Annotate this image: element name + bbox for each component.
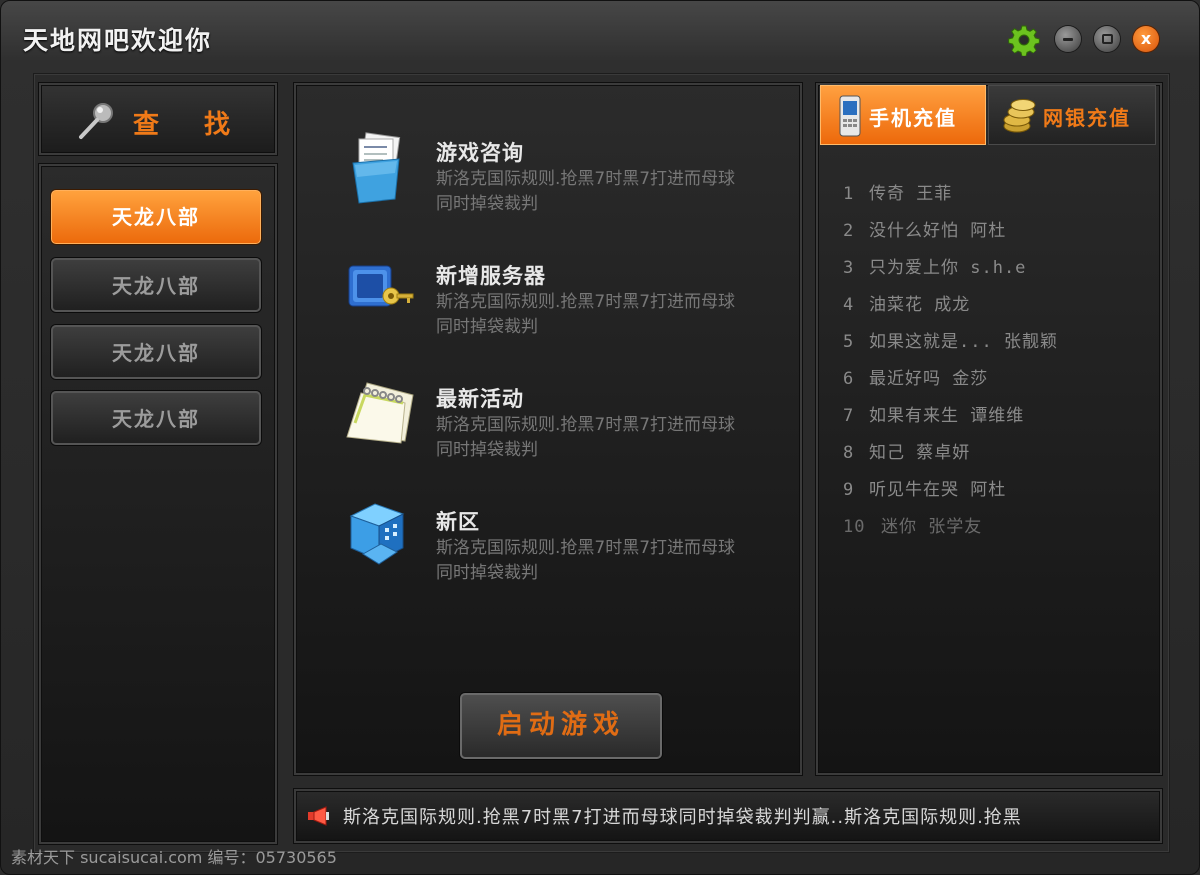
app-window: 天地网吧欢迎你 x 查 找 天龙八部 天龙八部 天龙八部 天龙八部 游戏咨询 斯… — [0, 0, 1200, 875]
info-title: 最新活动 — [436, 386, 524, 411]
info-desc: 斯洛克国际规则.抢黑7时黑7打进而母球同时掉袋裁判 — [436, 169, 736, 214]
tab-label: 网银充值 — [1043, 106, 1131, 130]
info-title: 新增服务器 — [436, 263, 546, 288]
song-number: 2 — [843, 221, 855, 241]
song-number: 4 — [843, 295, 855, 315]
song-item[interactable]: 8 知己 蔡卓妍 — [843, 438, 970, 463]
info-desc: 斯洛克国际规则.抢黑7时黑7打进而母球同时掉袋裁判 — [436, 292, 736, 337]
key-server-icon — [348, 265, 414, 307]
maximize-button[interactable] — [1094, 26, 1120, 52]
song-item[interactable]: 7 如果有来生 谭维维 — [843, 401, 1024, 426]
game-button-1[interactable]: 天龙八部 — [51, 190, 261, 244]
song-title: 迷你 张学友 — [881, 517, 983, 537]
song-title: 传奇 王菲 — [869, 184, 953, 204]
close-button[interactable]: x — [1133, 26, 1159, 52]
song-number: 9 — [843, 480, 855, 500]
game-button-4[interactable]: 天龙八部 — [51, 391, 261, 445]
song-number: 6 — [843, 369, 855, 389]
maximize-icon — [1102, 34, 1113, 44]
game-button-3[interactable]: 天龙八部 — [51, 325, 261, 379]
watermark: 素材天下 sucaisucai.com 编号：05730565 — [11, 848, 337, 867]
song-number: 1 — [843, 184, 855, 204]
tab-bank-recharge[interactable]: 网银充值 — [988, 85, 1156, 145]
info-desc: 斯洛克国际规则.抢黑7时黑7打进而母球同时掉袋裁判 — [436, 538, 736, 583]
search-label: 查 找 — [133, 110, 249, 140]
minimize-button[interactable] — [1055, 26, 1081, 52]
folder-documents-icon — [352, 132, 401, 204]
song-title: 最近好吗 金莎 — [869, 369, 989, 389]
game-button-2[interactable]: 天龙八部 — [51, 258, 261, 312]
song-item[interactable]: 3 只为爱上你 s.h.e — [843, 253, 1026, 278]
search-icon — [79, 103, 113, 139]
song-title: 如果这就是... 张靓颖 — [869, 332, 1058, 352]
song-number: 7 — [843, 406, 855, 426]
info-title: 新区 — [436, 509, 480, 534]
tab-label: 手机充值 — [869, 106, 957, 130]
megaphone-icon — [308, 806, 329, 826]
song-number: 10 — [843, 517, 866, 537]
song-item[interactable]: 9 听见牛在哭 阿杜 — [843, 475, 1006, 500]
minimize-icon — [1063, 38, 1073, 41]
song-title: 油菜花 成龙 — [869, 295, 971, 315]
song-item[interactable]: 4 油菜花 成龙 — [843, 290, 970, 315]
song-title: 只为爱上你 s.h.e — [869, 258, 1027, 278]
song-title: 听见牛在哭 阿杜 — [869, 480, 1007, 500]
song-number: 8 — [843, 443, 855, 463]
song-item[interactable]: 2 没什么好怕 阿杜 — [843, 216, 1006, 241]
info-desc: 斯洛克国际规则.抢黑7时黑7打进而母球同时掉袋裁判 — [436, 415, 736, 460]
start-game-button[interactable]: 启动游戏 — [460, 693, 662, 759]
coins-icon — [1003, 99, 1036, 133]
song-title: 没什么好怕 阿杜 — [869, 221, 1007, 241]
song-number: 5 — [843, 332, 855, 352]
mobile-phone-icon — [839, 95, 861, 137]
song-title: 如果有来生 谭维维 — [869, 406, 1025, 426]
info-item-new-zone[interactable]: 新区 斯洛克国际规则.抢黑7时黑7打进而母球同时掉袋裁判 — [341, 498, 761, 588]
tab-mobile-recharge[interactable]: 手机充值 — [820, 85, 986, 145]
window-title: 天地网吧欢迎你 — [23, 26, 213, 55]
song-item[interactable]: 5 如果这就是... 张靓颖 — [843, 327, 1058, 352]
info-item-server[interactable]: 新增服务器 斯洛克国际规则.抢黑7时黑7打进而母球同时掉袋裁判 — [341, 252, 761, 342]
song-item[interactable]: 1 传奇 王菲 — [843, 179, 952, 204]
info-title: 游戏咨询 — [436, 140, 524, 165]
info-item-activity[interactable]: 最新活动 斯洛克国际规则.抢黑7时黑7打进而母球同时掉袋裁判 — [341, 375, 761, 465]
song-item[interactable]: 10 迷你 张学友 — [843, 512, 982, 537]
calendar-icon — [346, 382, 414, 444]
info-item-consult[interactable]: 游戏咨询 斯洛克国际规则.抢黑7时黑7打进而母球同时掉袋裁判 — [341, 129, 761, 219]
gear-icon[interactable] — [1008, 24, 1040, 56]
song-title: 知己 蔡卓妍 — [869, 443, 971, 463]
ticker-text: 斯洛克国际规则.抢黑7时黑7打进而母球同时掉袋裁判判赢..斯洛克国际规则.抢黑 — [343, 807, 1022, 828]
building-icon — [349, 503, 405, 565]
song-number: 3 — [843, 258, 855, 278]
song-item[interactable]: 6 最近好吗 金莎 — [843, 364, 988, 389]
